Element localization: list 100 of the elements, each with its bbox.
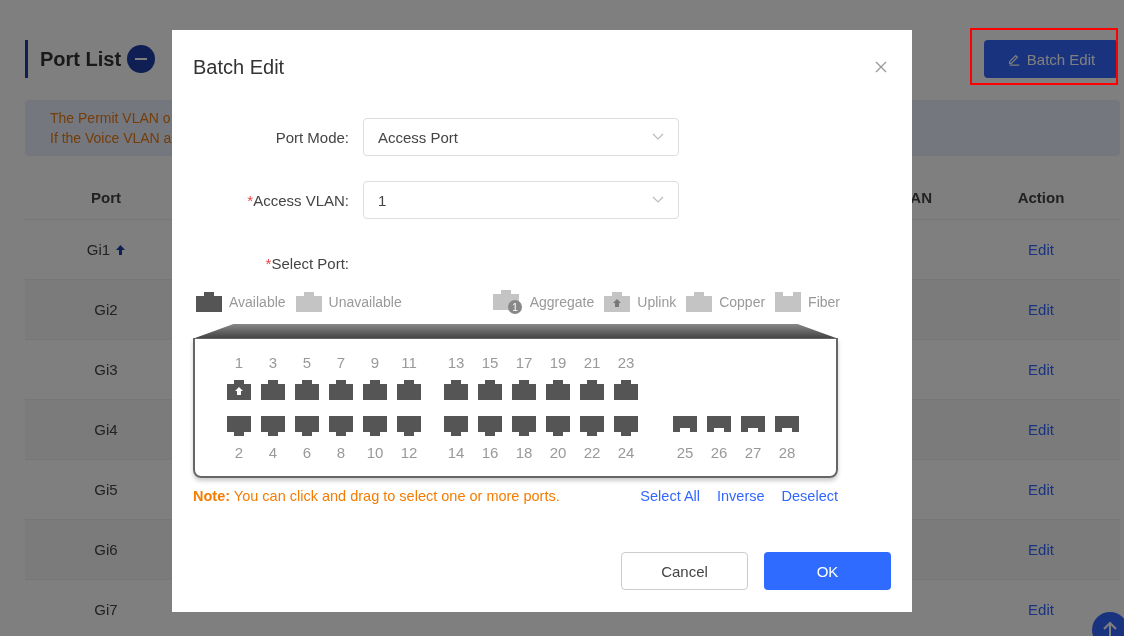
port-number: 24 — [617, 444, 635, 461]
port-icon[interactable] — [261, 380, 285, 400]
port-cell: Gi4 — [94, 421, 118, 438]
select-field[interactable]: 1 — [363, 181, 679, 219]
port-number: 4 — [268, 444, 278, 461]
port-icon[interactable] — [546, 380, 570, 400]
port-icon[interactable] — [363, 416, 387, 436]
edit-link[interactable]: Edit — [1028, 301, 1054, 318]
port-number: 13 — [447, 354, 465, 371]
port-cell: Gi3 — [94, 361, 118, 378]
chevron-down-icon — [652, 196, 664, 204]
field-label: *Select Port: — [264, 254, 349, 272]
port-icon[interactable] — [512, 380, 536, 400]
port-icon[interactable] — [329, 380, 353, 400]
port-icon[interactable] — [261, 416, 285, 436]
port-icon — [196, 292, 222, 312]
port-cell: Gi7 — [94, 601, 118, 618]
port-number: 28 — [778, 444, 796, 461]
banner-text: The Permit VLAN o — [50, 109, 171, 128]
port-icon[interactable] — [546, 416, 570, 436]
uplink-arrow-icon — [116, 244, 126, 255]
legend-label: Aggregate — [529, 294, 595, 310]
port-number: 25 — [676, 444, 694, 461]
port-icon[interactable] — [580, 380, 604, 400]
port-icon[interactable] — [614, 380, 638, 400]
pencil-icon — [1006, 52, 1021, 66]
port-number: 27 — [744, 444, 762, 461]
port-number: 17 — [515, 354, 533, 371]
port-cell: Gi2 — [94, 301, 118, 318]
port-number: 7 — [336, 354, 346, 371]
port-icon[interactable] — [227, 380, 251, 400]
field-label: Port Mode: — [274, 128, 349, 146]
cancel-button[interactable]: Cancel — [621, 552, 748, 590]
collapse-icon[interactable] — [127, 45, 156, 73]
port-icon — [295, 292, 322, 312]
selection-link[interactable]: Inverse — [717, 488, 765, 504]
port-number: 9 — [370, 354, 380, 371]
column-header: Action — [1016, 189, 1066, 206]
port-icon[interactable] — [397, 416, 421, 436]
legend-label: Available — [229, 294, 286, 310]
port-number: 14 — [447, 444, 465, 461]
edit-link[interactable]: Edit — [1028, 361, 1054, 378]
port-icon — [686, 292, 713, 312]
port-number: 26 — [710, 444, 728, 461]
legend-label: Uplink — [637, 294, 677, 310]
port-number: 1 — [234, 354, 244, 371]
legend-label: Copper — [719, 294, 766, 310]
port-icon[interactable] — [329, 416, 353, 436]
edit-link[interactable]: Edit — [1028, 601, 1054, 618]
port-number: 21 — [583, 354, 601, 371]
port-cell: Gi5 — [94, 481, 118, 498]
port-icon[interactable] — [614, 416, 638, 436]
port-number: 2 — [234, 444, 244, 461]
port-number: 10 — [366, 444, 384, 461]
field-label: *Access VLAN: — [246, 191, 349, 209]
port-number: 23 — [617, 354, 635, 371]
port-cell: Gi6 — [94, 541, 118, 558]
legend-label: Fiber — [808, 294, 840, 310]
port-icon[interactable] — [363, 380, 387, 400]
column-header: Port — [90, 189, 122, 206]
port-number: 19 — [549, 354, 567, 371]
port-number: 12 — [400, 444, 418, 461]
port-icon[interactable] — [580, 416, 604, 436]
edit-link[interactable]: Edit — [1028, 481, 1054, 498]
port-icon[interactable] — [397, 380, 421, 400]
port-number: 8 — [336, 444, 346, 461]
port-number: 5 — [302, 354, 312, 371]
port-icon[interactable] — [478, 380, 502, 400]
dialog-title: Batch Edit — [193, 55, 285, 79]
port-number: 11 — [401, 354, 417, 371]
port-number: 6 — [302, 444, 312, 461]
port-icon[interactable] — [478, 416, 502, 436]
port-number: 22 — [583, 444, 601, 461]
port-icon[interactable] — [295, 416, 319, 436]
port-icon[interactable] — [295, 380, 319, 400]
ok-button[interactable]: OK — [764, 552, 891, 590]
column-header: AN — [909, 189, 933, 206]
port-cell: Gi1 — [86, 241, 111, 258]
port-icon[interactable] — [227, 416, 251, 436]
selection-link[interactable]: Select All — [640, 488, 700, 504]
port-number: 15 — [481, 354, 499, 371]
batch-edit-button[interactable]: Batch Edit — [984, 40, 1118, 78]
banner-text: If the Voice VLAN a — [50, 129, 172, 148]
port-icon[interactable] — [444, 380, 468, 400]
port-icon[interactable] — [512, 416, 536, 436]
close-icon[interactable] — [875, 61, 887, 73]
chevron-down-icon — [652, 133, 664, 141]
port-icon[interactable] — [444, 416, 468, 436]
edit-link[interactable]: Edit — [1028, 241, 1054, 258]
port-number: 20 — [549, 444, 567, 461]
edit-link[interactable]: Edit — [1028, 541, 1054, 558]
port-number: 16 — [481, 444, 499, 461]
selection-link[interactable]: Deselect — [781, 488, 838, 504]
legend-label: Unavailable — [328, 294, 402, 310]
uplink-port-icon — [604, 292, 631, 312]
port-number: 3 — [268, 354, 278, 371]
port-number: 18 — [515, 444, 533, 461]
select-field[interactable]: Access Port — [363, 118, 679, 156]
note-text: Note: You can click and drag to select one or more ports. — [193, 488, 560, 504]
edit-link[interactable]: Edit — [1028, 421, 1054, 438]
